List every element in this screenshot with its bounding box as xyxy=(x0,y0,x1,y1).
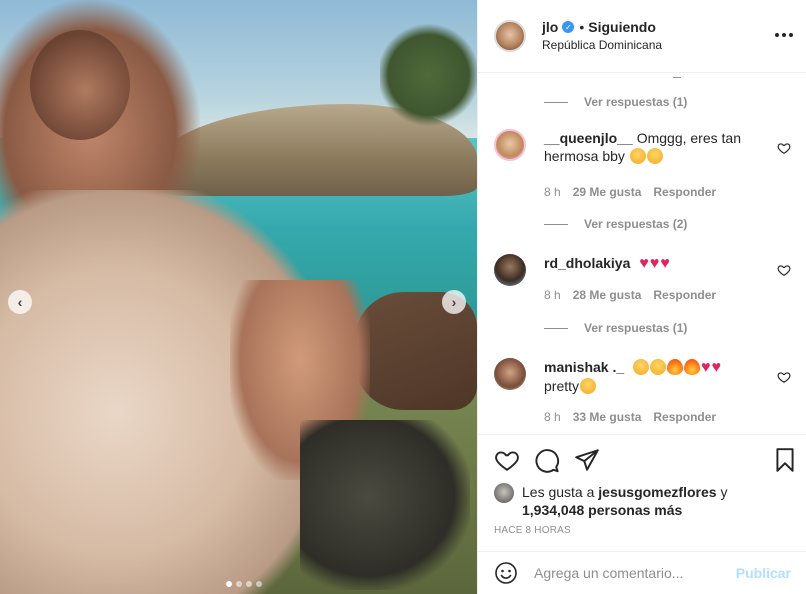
comment-like-icon[interactable] xyxy=(777,263,791,277)
likes-count[interactable]: 1,934,048 personas más xyxy=(522,502,682,518)
publish-button[interactable]: Publicar xyxy=(736,565,791,581)
liker-username[interactable]: jesusgomezflores xyxy=(598,484,716,500)
post-location[interactable]: República Dominicana xyxy=(542,37,662,54)
carousel-dot xyxy=(246,581,252,587)
view-replies-label: Ver respuestas (1) xyxy=(584,321,688,335)
red-heart-emoji-icon: ♥ xyxy=(649,255,660,272)
commenter-username[interactable]: __queenjlo__ xyxy=(544,130,633,146)
image-tree xyxy=(380,20,477,130)
comment-text: rd_dholakiya ♥♥♥ xyxy=(544,254,764,273)
view-replies-button[interactable]: Ver respuestas (1) xyxy=(544,95,687,109)
reply-button[interactable]: Responder xyxy=(653,288,716,302)
carousel-dot xyxy=(256,581,262,587)
fire-emoji-icon xyxy=(684,359,701,375)
comment-text: __queenjlo__ Omggg, eres tan hermosa bby xyxy=(544,129,764,165)
replies-line xyxy=(544,327,568,329)
author-username[interactable]: jlo xyxy=(542,19,558,36)
commenter-avatar[interactable] xyxy=(494,129,526,161)
view-replies-button[interactable]: Ver respuestas (2) xyxy=(544,217,687,231)
comment-input[interactable] xyxy=(534,565,736,581)
view-replies-label: Ver respuestas (2) xyxy=(584,217,688,231)
comment-meta: 8 h 28 Me gusta Responder xyxy=(544,288,716,302)
comment-likes[interactable]: 28 Me gusta xyxy=(573,288,642,302)
heart-eyes-emoji-icon xyxy=(646,148,663,164)
emoji-smile-icon[interactable] xyxy=(494,561,518,585)
post-timestamp[interactable]: HACE 8 HORAS xyxy=(494,525,571,536)
comment-time[interactable]: 8 h xyxy=(544,185,561,199)
likes-prefix: Les gusta a xyxy=(522,484,595,500)
more-options-icon[interactable] xyxy=(774,27,794,38)
carousel-dot xyxy=(236,581,242,587)
crying-face-emoji-icon xyxy=(629,148,646,164)
red-heart-emoji-icon: ♥ xyxy=(711,359,722,376)
comment-text: manishak ._ ♥♥ pretty xyxy=(544,358,764,395)
following-button[interactable]: Siguiendo xyxy=(588,19,656,36)
carousel-prev-button[interactable]: ‹ xyxy=(8,290,32,314)
comment-like-icon[interactable] xyxy=(777,370,791,384)
view-replies-button[interactable]: Ver respuestas (1) xyxy=(544,321,687,335)
cutoff-comment-fragment xyxy=(673,74,681,78)
commenter-username[interactable]: rd_dholakiya xyxy=(544,255,630,271)
heart-eyes-emoji-icon xyxy=(580,378,597,394)
comment-likes[interactable]: 29 Me gusta xyxy=(573,185,642,199)
carousel-dots xyxy=(226,581,262,587)
red-heart-emoji-icon: ♥ xyxy=(639,255,649,272)
commenter-avatar[interactable] xyxy=(494,358,526,390)
commenter-username[interactable]: manishak ._ xyxy=(544,359,624,375)
share-send-icon[interactable] xyxy=(574,447,600,473)
likes-conjunction: y xyxy=(720,484,728,500)
post-header: jlo ✓ • Siguiendo República Dominicana xyxy=(478,0,806,73)
comment-time[interactable]: 8 h xyxy=(544,410,561,424)
comment-likes[interactable]: 33 Me gusta xyxy=(573,410,642,424)
commenter-avatar[interactable] xyxy=(494,254,526,286)
raising-hands-emoji-icon xyxy=(633,359,650,375)
view-replies-label: Ver respuestas (1) xyxy=(584,95,688,109)
verified-badge-icon: ✓ xyxy=(562,21,575,33)
comment-bubble-icon[interactable] xyxy=(534,447,560,473)
comment-like-icon[interactable] xyxy=(777,141,791,155)
comment-meta: 8 h 29 Me gusta Responder xyxy=(544,185,716,199)
raising-hands-emoji-icon xyxy=(650,359,667,375)
comment-time[interactable]: 8 h xyxy=(544,288,561,302)
replies-line xyxy=(544,223,568,225)
red-heart-emoji-icon: ♥ xyxy=(660,255,670,272)
like-heart-icon[interactable] xyxy=(494,447,520,473)
liker-avatar[interactable] xyxy=(494,483,514,503)
reply-button[interactable]: Responder xyxy=(653,185,716,199)
separator-dot: • xyxy=(579,18,585,35)
red-heart-emoji-icon: ♥ xyxy=(701,359,711,376)
save-bookmark-icon[interactable] xyxy=(772,447,798,473)
fire-emoji-icon xyxy=(667,359,684,375)
image-boot xyxy=(300,420,470,590)
post-actions: Les gusta a jesusgomezflores y 1,934,048… xyxy=(478,434,806,536)
comments-list[interactable]: Ver respuestas (1) __queenjlo__ Omggg, er… xyxy=(478,74,806,434)
post-image[interactable]: ‹ › xyxy=(0,0,477,594)
comment-meta: 8 h 33 Me gusta Responder xyxy=(544,410,716,424)
carousel-dot xyxy=(226,581,232,587)
comment-message: pretty xyxy=(544,378,580,394)
image-person-head xyxy=(30,30,130,140)
author-avatar[interactable] xyxy=(494,20,526,52)
reply-button[interactable]: Responder xyxy=(653,410,716,424)
replies-line xyxy=(544,101,568,103)
likes-summary: Les gusta a jesusgomezflores y 1,934,048… xyxy=(494,483,727,519)
carousel-next-button[interactable]: › xyxy=(442,290,466,314)
post-panel: jlo ✓ • Siguiendo República Dominicana V… xyxy=(477,0,806,594)
comment-composer: Publicar xyxy=(478,551,806,594)
